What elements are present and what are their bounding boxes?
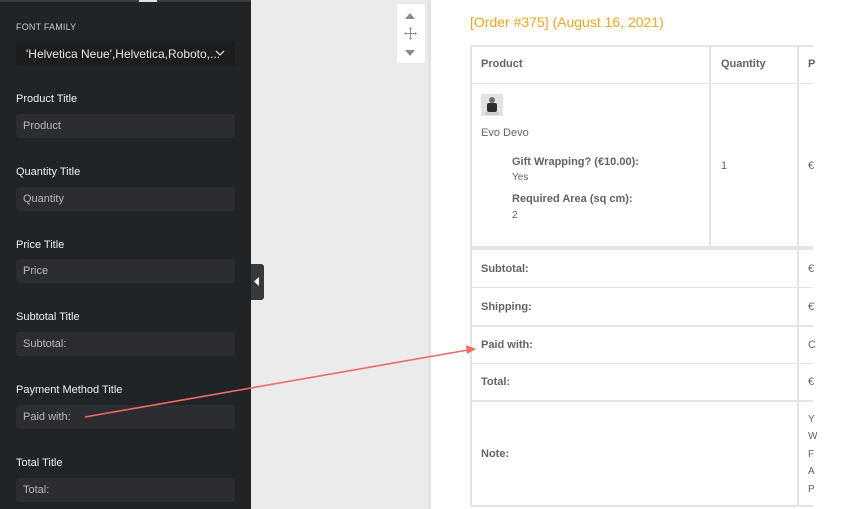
caret-left-icon <box>254 277 259 286</box>
item-quantity: 1 <box>721 160 728 172</box>
sidebar-top-tabs <box>0 0 251 2</box>
shipping-value: € <box>808 301 815 313</box>
drag-move-icon[interactable] <box>404 27 417 40</box>
note-line: P <box>808 484 815 495</box>
font-family-select[interactable]: 'Helvetica Neue',Helvetica,Roboto,... <box>16 41 235 66</box>
product-name: Evo Devo <box>481 127 529 139</box>
payment-method-title-label: Payment Method Title <box>16 384 123 396</box>
meta-label-required-area: Required Area (sq cm): <box>512 193 633 205</box>
quantity-title-input[interactable] <box>16 187 235 211</box>
active-tab-indicator <box>139 0 157 2</box>
block-move-control <box>397 4 425 63</box>
order-heading: [Order #375] (August 16, 2021) <box>470 14 664 30</box>
total-value: € <box>808 376 815 388</box>
move-down-icon[interactable] <box>404 49 416 57</box>
font-family-value: 'Helvetica Neue',Helvetica,Roboto,... <box>26 46 221 61</box>
header-quantity: Quantity <box>721 58 766 70</box>
note-line: F <box>808 449 815 460</box>
product-thumbnail <box>481 94 503 116</box>
meta-value-required-area: 2 <box>512 210 518 221</box>
quantity-title-label: Quantity Title <box>16 166 81 178</box>
meta-value-gift-wrapping: Yes <box>512 172 529 183</box>
product-title-input[interactable] <box>16 114 235 138</box>
price-title-input[interactable] <box>16 259 235 283</box>
collapse-sidebar-button[interactable] <box>251 264 264 300</box>
note-line: W <box>808 431 818 442</box>
shipping-label: Shipping: <box>481 301 532 313</box>
subtotal-value: € <box>808 263 815 275</box>
product-title-label: Product Title <box>16 93 78 105</box>
total-title-label: Total Title <box>16 457 63 469</box>
email-preview <box>431 0 813 509</box>
paid-with-value: C <box>808 339 816 351</box>
font-family-label: FONT FAMILY <box>16 22 77 32</box>
meta-label-gift-wrapping: Gift Wrapping? (€10.00): <box>512 156 639 168</box>
payment-method-title-input[interactable] <box>16 405 235 429</box>
price-title-label: Price Title <box>16 239 65 251</box>
item-price: € <box>808 160 815 172</box>
subtotal-label: Subtotal: <box>481 263 529 275</box>
total-label: Total: <box>481 376 511 388</box>
note-line: Y <box>808 414 815 425</box>
settings-sidebar: FONT FAMILY 'Helvetica Neue',Helvetica,R… <box>0 0 251 509</box>
subtotal-title-input[interactable] <box>16 332 235 356</box>
note-label: Note: <box>481 448 510 460</box>
header-product: Product <box>481 58 523 70</box>
total-title-input[interactable] <box>16 478 235 502</box>
move-up-icon[interactable] <box>404 12 416 20</box>
product-image <box>481 94 503 116</box>
header-price: P <box>808 58 816 70</box>
note-line: A <box>808 466 815 477</box>
subtotal-title-label: Subtotal Title <box>16 311 80 323</box>
chevron-down-icon <box>215 50 225 56</box>
editor-canvas <box>251 0 431 509</box>
paid-with-label: Paid with: <box>481 339 533 351</box>
